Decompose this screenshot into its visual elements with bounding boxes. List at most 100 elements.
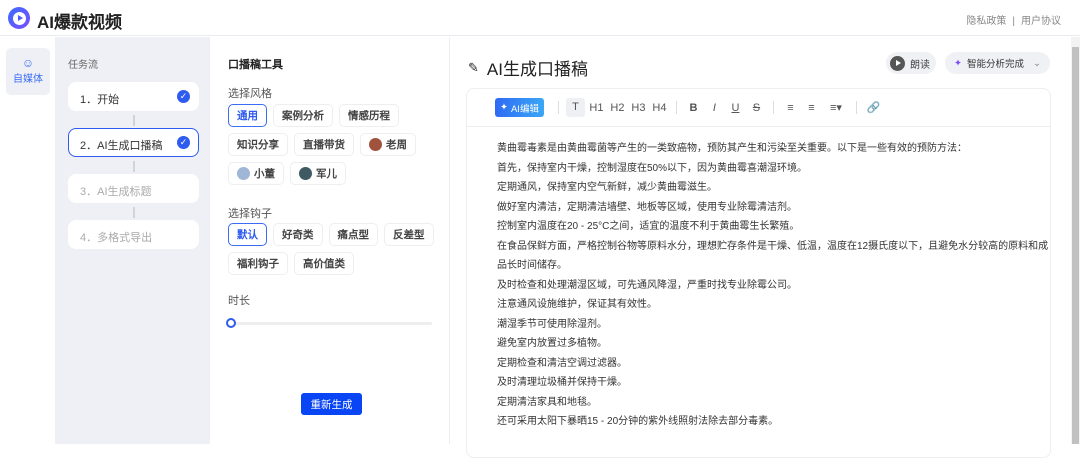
step-ai-script[interactable]: 2．AI生成口播稿 ✓ <box>68 128 199 157</box>
brand-title: AI爆款视频 <box>37 13 122 32</box>
script-editor: ✦ AI编辑 T H1 H2 H3 H4 B I U S ≡ ≡ ≡▾ 🔗 黄曲霉… <box>466 88 1051 458</box>
analysis-dropdown[interactable]: ✦ 智能分析完成 ⌄ <box>945 52 1050 74</box>
step-export[interactable]: 4．多格式导出 <box>68 220 199 249</box>
h4-button[interactable]: H4 <box>650 102 669 114</box>
main-panel: ✎ AI生成口播稿 朗读 ✦ 智能分析完成 ⌄ ✦ AI编辑 T H1 H2 H3 H4… <box>451 37 1080 458</box>
app-header: AI爆款视频 隐私政策 | 用户协议 <box>0 0 1080 36</box>
step-label: 3．AI生成标题 <box>80 186 152 198</box>
scrollbar[interactable] <box>1071 37 1080 444</box>
tool-title: 口播稿工具 <box>228 59 283 71</box>
terms-link[interactable]: 用户协议 <box>1021 16 1061 27</box>
duration-slider[interactable] <box>226 318 432 328</box>
script-line: 及时清理垃圾桶并保持干燥。 <box>497 377 627 388</box>
title-text: AI生成口播稿 <box>486 60 588 79</box>
toolbar-divider <box>557 101 559 114</box>
script-line: 潮湿季节可使用除湿剂。 <box>497 318 607 330</box>
hook-chip-contrast[interactable]: 反差型 <box>384 223 434 246</box>
users-icon: ☺ <box>21 56 35 70</box>
text-button[interactable]: T <box>565 98 585 117</box>
h1-button[interactable]: H1 <box>587 102 606 114</box>
style-chip-case[interactable]: 案例分析 <box>273 104 333 127</box>
style-chip-knowledge[interactable]: 知识分享 <box>228 133 288 156</box>
script-line: 定期通风，保持室内空气新鲜，减少黄曲霉滋生。 <box>497 182 717 193</box>
check-icon: ✓ <box>177 136 190 149</box>
hook-label: 选择钩子 <box>228 208 272 220</box>
chip-label: 小董 <box>254 168 275 180</box>
nav-item-label: 自媒体 <box>13 74 43 85</box>
align-dropdown-icon[interactable]: ≡▾ <box>823 101 849 114</box>
editor-toolbar: ✦ AI编辑 T H1 H2 H3 H4 B I U S ≡ ≡ ≡▾ 🔗 <box>467 89 1050 127</box>
script-line: 做好室内清洁，定期清洁墙壁、地板等区域，使用专业除霉清洁剂。 <box>497 201 797 213</box>
scrollbar-thumb[interactable] <box>1072 47 1079 444</box>
style-chip-livestream[interactable]: 直播带货 <box>294 133 354 156</box>
hook-chip-curious[interactable]: 好奇类 <box>273 223 323 246</box>
script-line: 及时检查和处理潮湿区域，可先通风降湿，严重时找专业除霉公司。 <box>497 279 797 291</box>
script-content[interactable]: 黄曲霉毒素是由黄曲霉菌等产生的一类致癌物，预防其产生和污染至关重要。以下是一些有… <box>467 127 1050 432</box>
step-ai-title[interactable]: 3．AI生成标题 <box>68 174 199 203</box>
hook-options: 默认 好奇类 痛点型 反差型 福利钩子 高价值类 <box>228 223 443 275</box>
script-line: 注意通风设施维护，保证其有效性。 <box>497 299 657 310</box>
task-flow-panel: 任务流 1．开始 ✓ 2．AI生成口播稿 ✓ 3．AI生成标题 4．多格式导出 <box>55 37 210 444</box>
toolbar-divider <box>675 101 677 114</box>
side-nav: ☺ 自媒体 <box>0 37 55 444</box>
toolbar-divider <box>855 101 857 114</box>
script-line: 首先，保持室内干燥，控制湿度在50%以下，因为黄曲霉喜潮湿环境。 <box>497 162 808 174</box>
step-label: 4．多格式导出 <box>80 232 153 244</box>
style-options: 通用 案例分析 情感历程 知识分享 直播带货 老周 小董 军儿 <box>228 104 443 185</box>
style-label: 选择风格 <box>228 88 272 100</box>
style-chip-juner[interactable]: 军儿 <box>290 162 346 185</box>
style-chip-xiaodong[interactable]: 小董 <box>228 162 284 185</box>
bullet-list-icon[interactable]: ≡ <box>802 102 821 114</box>
h3-button[interactable]: H3 <box>629 102 648 114</box>
chip-label: 军儿 <box>316 168 337 180</box>
link-separator: | <box>1012 16 1015 27</box>
style-chip-general[interactable]: 通用 <box>228 104 267 127</box>
avatar <box>369 138 382 151</box>
read-aloud-button[interactable]: 朗读 <box>886 52 936 74</box>
chevron-down-icon: ⌄ <box>1032 57 1041 69</box>
slider-handle[interactable] <box>226 318 236 328</box>
underline-button[interactable]: U <box>726 102 745 114</box>
ordered-list-icon[interactable]: ≡ <box>781 102 800 114</box>
check-icon: ✓ <box>177 90 190 103</box>
chip-label: 老周 <box>386 139 407 151</box>
sparkle-icon: ✦ <box>954 57 962 69</box>
hook-chip-benefit[interactable]: 福利钩子 <box>228 252 288 275</box>
nav-item-self-media[interactable]: ☺ 自媒体 <box>6 48 50 95</box>
read-label: 朗读 <box>910 59 930 71</box>
step-connector <box>133 161 135 172</box>
bold-button[interactable]: B <box>684 102 703 114</box>
step-label: 2．AI生成口播稿 <box>80 140 163 152</box>
regenerate-button[interactable]: 重新生成 <box>301 393 362 415</box>
script-line: 控制室内温度在20 - 25°C之间，适宜的温度不利于黄曲霉生长繁殖。 <box>497 221 800 232</box>
strikethrough-button[interactable]: S <box>747 102 766 114</box>
hook-chip-pain[interactable]: 痛点型 <box>328 223 378 246</box>
script-line: 避免室内放置过多植物。 <box>497 338 607 349</box>
step-connector <box>133 115 135 126</box>
step-label: 1．开始 <box>80 94 120 106</box>
toolbar-divider <box>772 101 774 114</box>
avatar <box>299 167 312 180</box>
italic-button[interactable]: I <box>705 102 724 114</box>
script-line: 黄曲霉毒素是由黄曲霉菌等产生的一类致癌物，预防其产生和污染至关重要。以下是一些有… <box>497 143 967 154</box>
hook-chip-default[interactable]: 默认 <box>228 223 267 246</box>
style-chip-laozhou[interactable]: 老周 <box>360 133 416 156</box>
logo-icon <box>8 7 30 29</box>
privacy-link[interactable]: 隐私政策 <box>966 16 1006 27</box>
avatar <box>237 167 250 180</box>
h2-button[interactable]: H2 <box>608 102 627 114</box>
link-icon[interactable]: 🔗 <box>864 101 883 114</box>
header-links: 隐私政策 | 用户协议 <box>963 12 1064 27</box>
step-connector <box>133 207 135 218</box>
sparkle-icon: ✦ <box>500 102 508 113</box>
step-start[interactable]: 1．开始 ✓ <box>68 82 199 111</box>
page-title: ✎ AI生成口播稿 <box>468 55 588 80</box>
play-icon <box>890 55 905 71</box>
script-line: 定期检查和清洁空调过滤器。 <box>497 357 627 369</box>
script-line: 在食品保鲜方面，严格控制谷物等原料水分，理想贮存条件是干燥、低温，温度在12摄氏… <box>497 240 1049 272</box>
style-chip-emotion[interactable]: 情感历程 <box>339 104 399 127</box>
task-flow-title: 任务流 <box>68 60 98 71</box>
hook-chip-value[interactable]: 高价值类 <box>294 252 354 275</box>
ai-edit-button[interactable]: ✦ AI编辑 <box>495 98 544 117</box>
script-line: 定期清洁家具和地毯。 <box>497 396 597 408</box>
